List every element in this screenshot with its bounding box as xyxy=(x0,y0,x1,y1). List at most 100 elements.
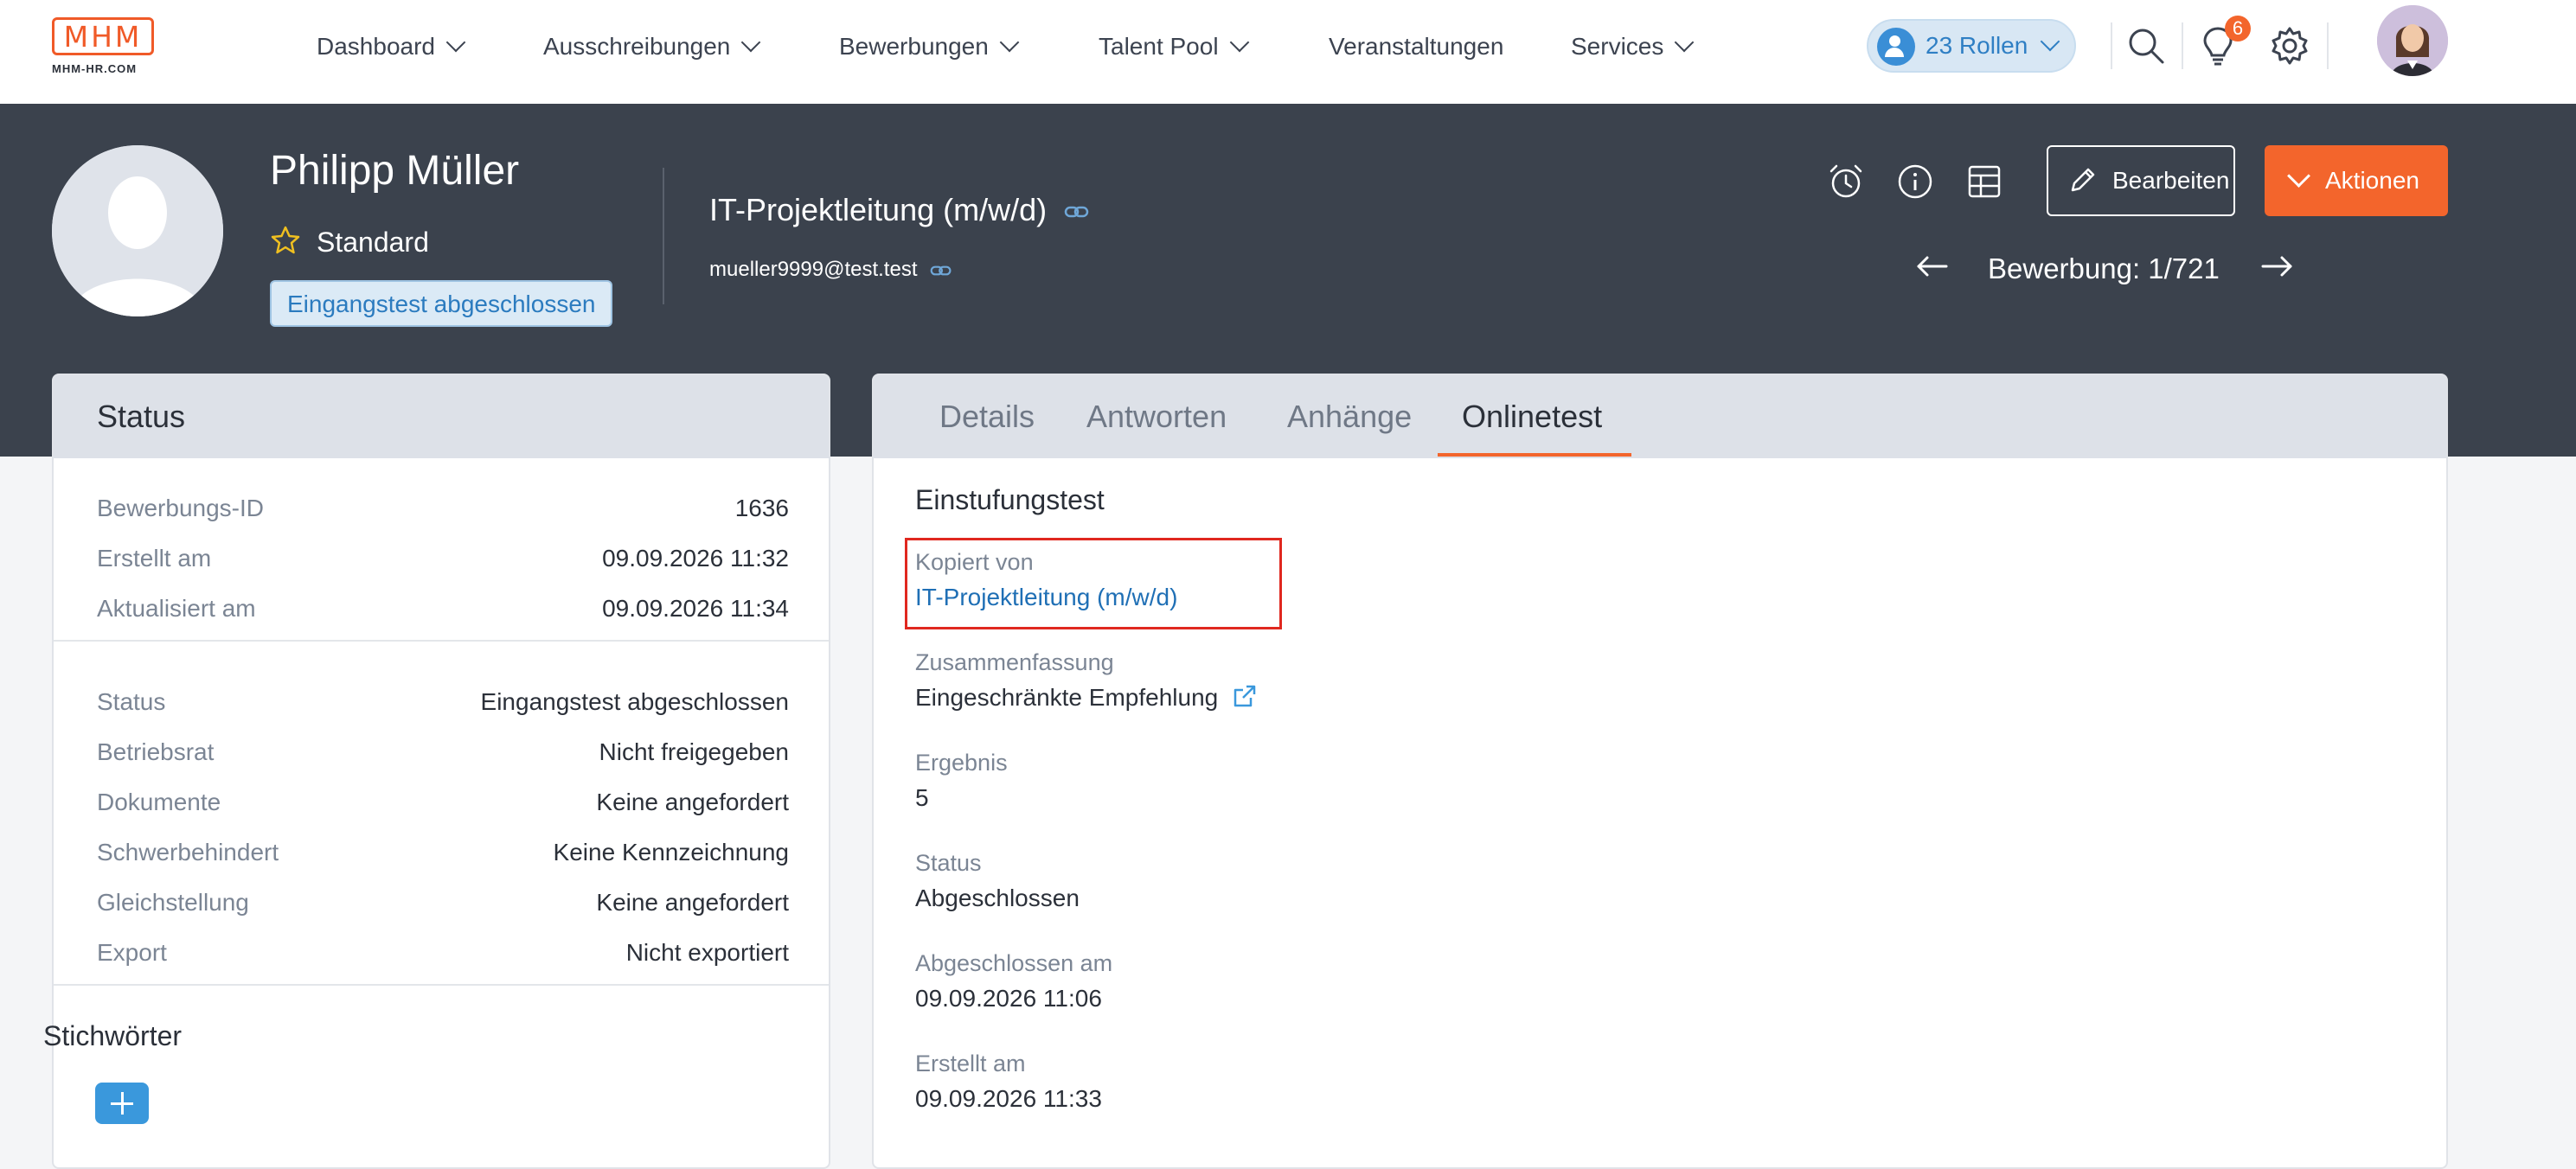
created-at-field: Erstellt am 09.09.2026 11:33 xyxy=(915,1046,1102,1117)
nav-dashboard[interactable]: Dashboard xyxy=(317,0,466,93)
tab-antworten[interactable]: Antworten xyxy=(1086,375,1227,458)
header-divider xyxy=(663,168,664,304)
star-icon[interactable] xyxy=(270,225,301,256)
row-value: 09.09.2026 11:34 xyxy=(602,595,789,622)
chevron-down-icon xyxy=(1675,32,1695,53)
test-status-value: Abgeschlossen xyxy=(915,885,1080,911)
section-title: Einstufungstest xyxy=(915,484,1105,515)
edit-label: Bearbeiten xyxy=(2112,167,2230,194)
row-value: Nicht exportiert xyxy=(625,939,789,966)
row-value: Keine angefordert xyxy=(596,889,789,916)
completed-at-value: 09.09.2026 11:06 xyxy=(915,985,1102,1012)
status-row: Aktualisiert am 09.09.2026 11:34 xyxy=(97,591,789,626)
chevron-down-icon xyxy=(741,32,761,53)
copied-from-link[interactable]: IT-Projektleitung (m/w/d) xyxy=(915,579,1177,616)
field-label: Erstellt am xyxy=(915,1051,1026,1076)
divider xyxy=(2111,22,2112,69)
completed-at-field: Abgeschlossen am 09.09.2026 11:06 xyxy=(915,946,1112,1017)
candidate-avatar xyxy=(52,145,223,316)
job-title: IT-Projektleitung (m/w/d) xyxy=(709,192,1090,228)
row-key: Dokumente xyxy=(97,789,221,815)
chevron-down-icon xyxy=(999,32,1020,53)
divider xyxy=(2182,22,2183,69)
pencil-icon xyxy=(2071,168,2095,192)
nav-label: Ausschreibungen xyxy=(543,33,731,60)
user-avatar[interactable] xyxy=(2377,5,2448,76)
row-value: Nicht freigegeben xyxy=(599,738,789,765)
created-at-value: 09.09.2026 11:33 xyxy=(915,1085,1102,1112)
status-row: Status Eingangstest abgeschlossen xyxy=(97,685,789,719)
row-value: Keine angefordert xyxy=(596,789,789,815)
field-label: Ergebnis xyxy=(915,750,1008,776)
summary-value: Eingeschränkte Empfehlung xyxy=(915,680,1258,716)
chevron-down-icon xyxy=(1229,32,1249,53)
row-key: Aktualisiert am xyxy=(97,595,256,622)
nav-ausschreibungen[interactable]: Ausschreibungen xyxy=(543,0,761,93)
row-value: 09.09.2026 11:32 xyxy=(602,545,789,572)
alarm-clock-icon[interactable] xyxy=(1827,163,1865,201)
test-status-field: Status Abgeschlossen xyxy=(915,846,1080,917)
row-key: Status xyxy=(97,688,166,715)
chevron-down-icon xyxy=(2287,164,2310,188)
nav-label: Bewerbungen xyxy=(839,33,989,60)
summary-text: Eingeschränkte Empfehlung xyxy=(915,684,1219,711)
rating-label: Standard xyxy=(317,227,429,258)
gear-icon[interactable] xyxy=(2270,26,2310,66)
arrow-left-icon[interactable] xyxy=(1915,254,1950,278)
field-label: Status xyxy=(915,850,982,876)
result-value: 5 xyxy=(915,784,929,811)
row-key: Betriebsrat xyxy=(97,738,215,765)
external-link-icon[interactable] xyxy=(1232,683,1258,709)
nav-services[interactable]: Services xyxy=(1571,0,1695,93)
field-label: Kopiert von xyxy=(915,549,1034,575)
active-tab-indicator xyxy=(1438,453,1631,457)
add-keyword-button[interactable] xyxy=(95,1083,149,1124)
roles-label: 23 Rollen xyxy=(1926,32,2028,59)
candidate-name: Philipp Müller xyxy=(270,148,520,194)
row-value: Keine Kennzeichnung xyxy=(553,839,789,866)
tab-onlinetest[interactable]: Onlinetest xyxy=(1462,375,1602,458)
link-icon[interactable] xyxy=(930,263,952,278)
nav-bewerbungen[interactable]: Bewerbungen xyxy=(839,0,1020,93)
field-label: Abgeschlossen am xyxy=(915,950,1113,976)
status-row: Bewerbungs-ID 1636 xyxy=(97,491,789,526)
nav-talent-pool[interactable]: Talent Pool xyxy=(1099,0,1249,93)
info-icon[interactable] xyxy=(1896,163,1934,201)
nav-label: Dashboard xyxy=(317,33,435,60)
email-text: mueller9999@test.test xyxy=(709,258,918,281)
summary-field: Zusammenfassung Eingeschränkte Empfehlun… xyxy=(915,645,1258,716)
status-row: Erstellt am 09.09.2026 11:32 xyxy=(97,541,789,576)
row-key: Bewerbungs-ID xyxy=(97,495,264,521)
status-row: Export Nicht exportiert xyxy=(97,936,789,970)
status-badge: Eingangstest abgeschlossen xyxy=(270,280,613,327)
link-icon[interactable] xyxy=(1064,203,1090,220)
top-navigation: MHM MHM-HR.COM Dashboard Ausschreibungen… xyxy=(0,0,2576,104)
nav-label: Services xyxy=(1571,33,1664,60)
chevron-down-icon xyxy=(445,32,466,53)
mhm-logo[interactable]: MHM MHM-HR.COM xyxy=(52,17,157,80)
actions-button[interactable]: Aktionen xyxy=(2265,145,2448,216)
nav-label: Talent Pool xyxy=(1099,33,1219,60)
roles-dropdown[interactable]: 23 Rollen xyxy=(1867,19,2076,73)
details-panel: Details Antworten Anhänge Onlinetest Ein… xyxy=(872,374,2448,1169)
edit-button[interactable]: Bearbeiten xyxy=(2047,145,2235,216)
keywords-title: Stichwörter xyxy=(43,1020,183,1051)
copied-from-field: Kopiert von IT-Projektleitung (m/w/d) xyxy=(915,545,1177,616)
user-gear-icon xyxy=(1877,28,1915,66)
nav-veranstaltungen[interactable]: Veranstaltungen xyxy=(1329,0,1503,93)
tab-details[interactable]: Details xyxy=(939,375,1035,458)
row-key: Gleichstellung xyxy=(97,889,249,916)
status-row: Gleichstellung Keine angefordert xyxy=(97,885,789,920)
divider xyxy=(54,640,829,642)
table-icon[interactable] xyxy=(1967,164,2002,199)
pager-label: Bewerbung: 1/721 xyxy=(1988,252,2220,284)
divider xyxy=(2327,22,2329,69)
arrow-right-icon[interactable] xyxy=(2259,254,2294,278)
row-key: Export xyxy=(97,939,167,966)
search-icon[interactable] xyxy=(2126,26,2166,66)
field-label: Zusammenfassung xyxy=(915,649,1114,675)
tab-anhaenge[interactable]: Anhänge xyxy=(1287,375,1412,458)
divider xyxy=(54,984,829,986)
tab-bar: Details Antworten Anhänge Onlinetest xyxy=(874,375,2446,458)
row-key: Schwerbehindert xyxy=(97,839,279,866)
